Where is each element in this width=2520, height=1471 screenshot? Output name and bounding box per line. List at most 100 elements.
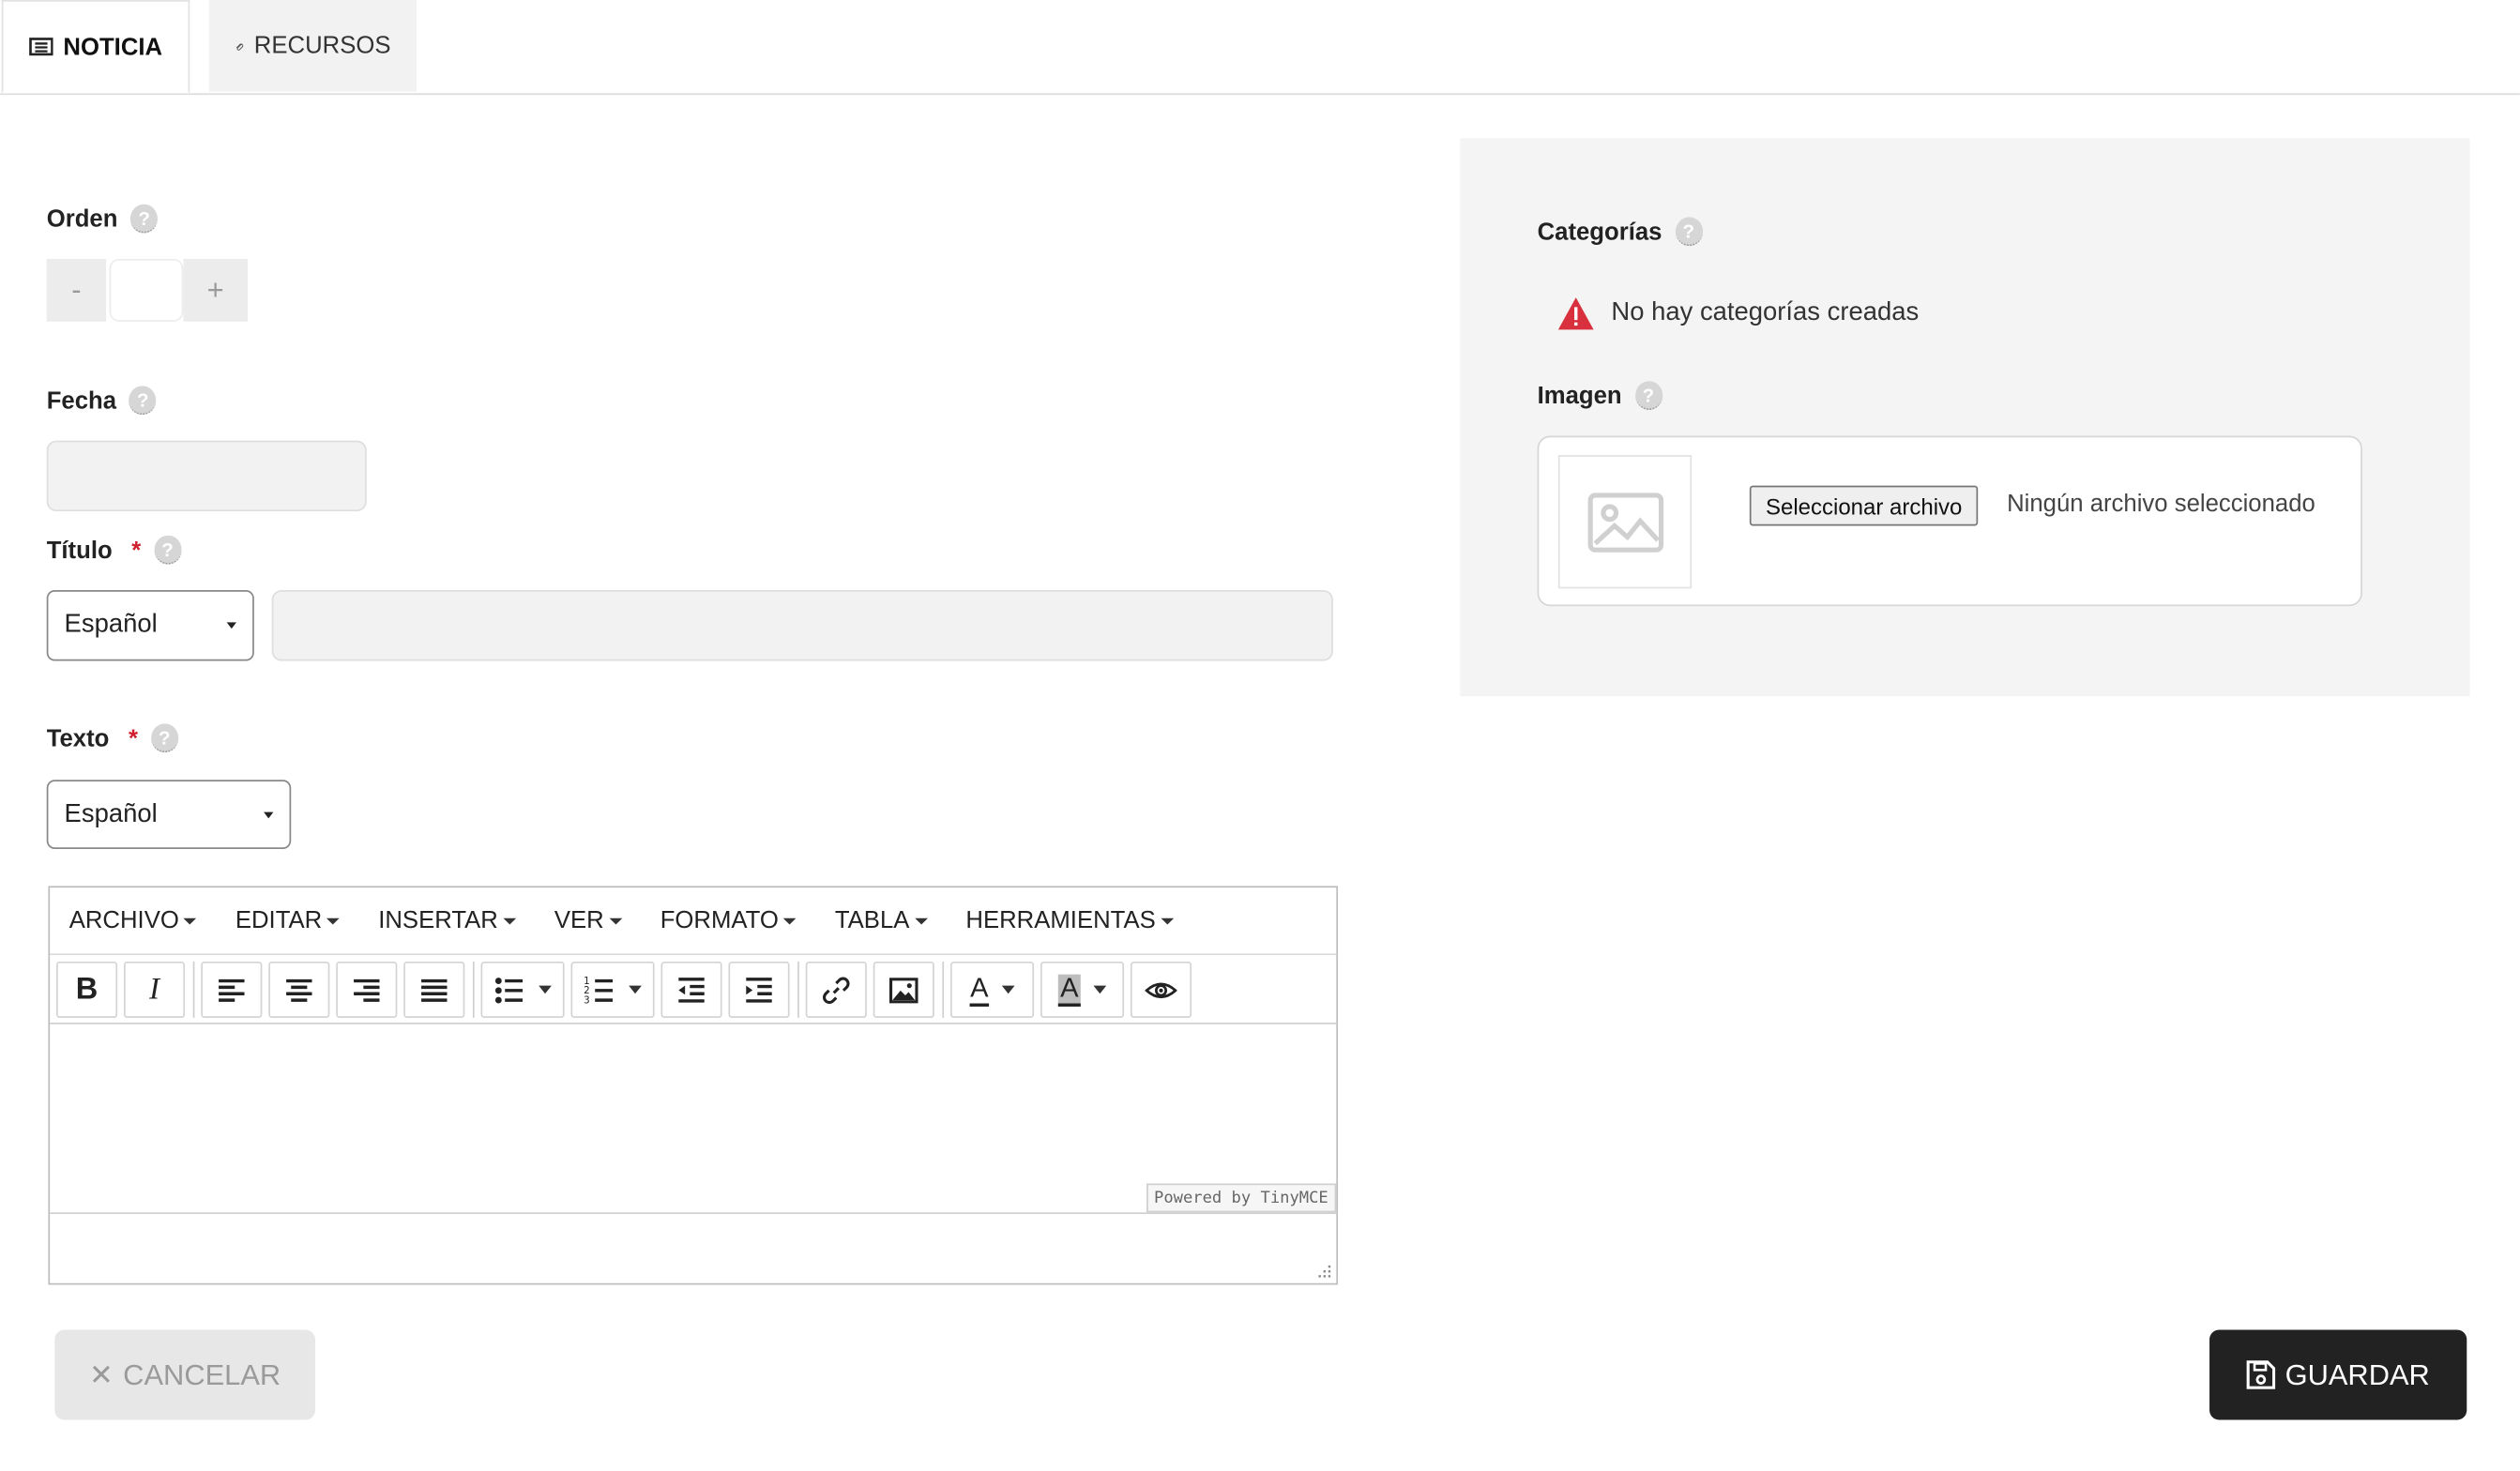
orden-label: Orden <box>46 205 118 233</box>
categorias-warning-text: No hay categorías creadas <box>1611 298 1920 326</box>
align-justify-button[interactable] <box>403 961 465 1018</box>
toolbar-separator <box>797 961 799 1018</box>
outdent-button[interactable] <box>660 961 722 1018</box>
menu-archivo-label: ARCHIVO <box>68 906 179 934</box>
align-right-icon <box>354 978 380 1001</box>
outdent-icon <box>678 977 705 1002</box>
save-button[interactable]: GUARDAR <box>2209 1329 2467 1420</box>
italic-icon: I <box>149 972 159 1007</box>
warning-icon <box>1557 297 1594 330</box>
caret-down-icon <box>914 917 928 924</box>
tab-recursos[interactable]: RECURSOS <box>208 0 417 92</box>
background-color-icon: A <box>1058 973 1081 1007</box>
fecha-label: Fecha <box>46 387 117 415</box>
editor-toolbar: B I 123 A A <box>50 955 1337 1024</box>
resize-handle-icon[interactable] <box>1315 1262 1331 1278</box>
menu-herramientas[interactable]: HERRAMIENTAS <box>947 907 1192 934</box>
rich-text-editor: ARCHIVO EDITAR INSERTAR VER FORMATO TABL… <box>48 886 1339 1285</box>
titulo-language-value: Español <box>64 611 158 639</box>
texto-language-value: Español <box>64 799 158 827</box>
orden-label-row: Orden ? <box>46 204 159 234</box>
caret-down-icon <box>1092 985 1106 994</box>
image-button[interactable] <box>873 961 934 1018</box>
menu-ver-label: VER <box>554 906 604 934</box>
align-right-button[interactable] <box>336 961 398 1018</box>
caret-down-icon <box>783 917 797 924</box>
image-placeholder-icon <box>1586 492 1663 552</box>
menu-insertar[interactable]: INSERTAR <box>359 907 536 934</box>
caret-down-icon <box>326 917 341 924</box>
caret-down-icon <box>1160 917 1174 924</box>
toolbar-separator <box>192 961 195 1018</box>
link-button[interactable] <box>805 961 867 1018</box>
tab-noticia-label: NOTICIA <box>63 33 163 61</box>
fecha-label-row: Fecha ? <box>46 386 157 416</box>
numbered-list-button[interactable]: 123 <box>570 961 655 1018</box>
editor-content-area[interactable]: Powered by TinyMCE <box>50 1024 1337 1215</box>
fecha-input[interactable] <box>46 440 367 512</box>
menu-formato[interactable]: FORMATO <box>641 907 815 934</box>
categorias-label-row: Categorías ? <box>1537 217 1703 247</box>
menu-editar-label: EDITAR <box>235 906 323 934</box>
svg-text:3: 3 <box>584 994 590 1006</box>
help-icon[interactable]: ? <box>129 386 157 416</box>
image-icon <box>889 977 918 1003</box>
caret-down-icon <box>1001 985 1014 994</box>
background-color-button[interactable]: A <box>1040 961 1125 1018</box>
tab-recursos-label: RECURSOS <box>253 32 391 60</box>
toolbar-separator <box>472 961 475 1018</box>
align-center-button[interactable] <box>268 961 330 1018</box>
caret-down-icon <box>608 917 622 924</box>
menu-ver[interactable]: VER <box>535 907 641 934</box>
preview-icon <box>1145 981 1177 998</box>
paperclip-icon <box>235 42 244 50</box>
caret-down-icon <box>183 917 197 924</box>
align-left-icon <box>219 978 245 1001</box>
chevron-down-icon <box>226 622 236 629</box>
floppy-disk-icon <box>2246 1360 2276 1389</box>
align-center-icon <box>286 978 312 1001</box>
orden-input[interactable] <box>109 258 184 322</box>
titulo-language-select[interactable]: Español <box>46 590 254 661</box>
caret-down-icon <box>502 917 516 924</box>
bold-icon: B <box>75 972 99 1007</box>
text-color-icon: A <box>970 973 989 1007</box>
bullet-list-button[interactable] <box>480 961 565 1018</box>
select-file-button[interactable]: Seleccionar archivo <box>1749 485 1979 526</box>
close-icon: ✕ <box>89 1357 114 1390</box>
italic-button[interactable]: I <box>123 961 186 1018</box>
menu-archivo[interactable]: ARCHIVO <box>50 907 216 934</box>
save-label: GUARDAR <box>2285 1357 2430 1390</box>
caret-down-icon <box>629 985 642 994</box>
categorias-label: Categorías <box>1537 218 1662 246</box>
help-icon[interactable]: ? <box>1675 217 1703 247</box>
numbered-list-icon: 123 <box>584 975 614 1006</box>
indent-button[interactable] <box>728 961 790 1018</box>
help-icon[interactable]: ? <box>1634 381 1662 411</box>
bold-button[interactable]: B <box>55 961 118 1018</box>
orden-increment-button[interactable]: + <box>183 258 248 322</box>
newspaper-icon <box>29 38 53 56</box>
imagen-label: Imagen <box>1537 382 1622 410</box>
cancel-button[interactable]: ✕ CANCELAR <box>54 1329 315 1420</box>
chevron-down-icon <box>264 811 274 819</box>
texto-language-select[interactable]: Español <box>46 780 292 849</box>
help-icon[interactable]: ? <box>130 204 159 234</box>
texto-label-row: Texto * ? <box>46 723 178 753</box>
link-icon <box>823 976 850 1004</box>
texto-label: Texto <box>46 724 110 752</box>
toolbar-separator <box>942 961 945 1018</box>
titulo-input[interactable] <box>271 590 1333 661</box>
preview-button[interactable] <box>1130 961 1192 1018</box>
menu-herramientas-label: HERRAMIENTAS <box>965 906 1156 934</box>
text-color-button[interactable]: A <box>949 961 1035 1018</box>
tab-noticia[interactable]: NOTICIA <box>1 0 190 94</box>
orden-decrement-button[interactable]: - <box>46 258 107 322</box>
help-icon[interactable]: ? <box>153 535 182 565</box>
align-left-button[interactable] <box>201 961 263 1018</box>
required-marker: * <box>131 536 142 564</box>
menu-editar[interactable]: EDITAR <box>216 907 358 934</box>
help-icon[interactable]: ? <box>150 723 178 753</box>
categorias-warning: No hay categorías creadas <box>1556 296 1919 331</box>
menu-tabla[interactable]: TABLA <box>815 907 947 934</box>
